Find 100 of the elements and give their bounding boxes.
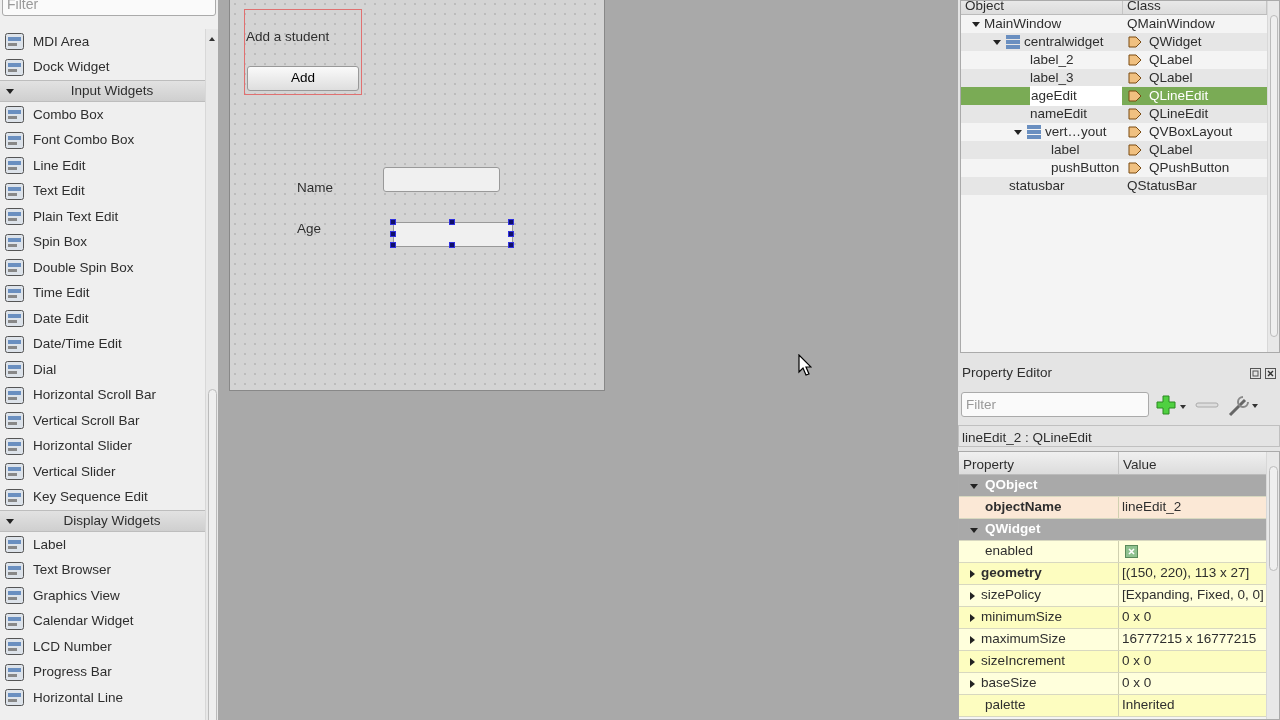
widget-item[interactable]: Calendar Widget xyxy=(33,611,134,632)
widget-item[interactable]: Font Combo Box xyxy=(33,130,135,151)
class-name: QLineEdit xyxy=(1149,86,1209,105)
property-row[interactable]: sizeIncrement 0 x 0 xyxy=(959,651,1266,673)
expand-arrow-icon xyxy=(1013,127,1023,137)
widget-item[interactable]: Dial xyxy=(33,359,57,380)
category-header[interactable]: Display Widgets xyxy=(0,510,205,532)
object-name: statusbar xyxy=(1009,176,1065,195)
scroll-bar[interactable] xyxy=(1266,452,1279,719)
form-label: Add a student xyxy=(246,28,330,46)
line-edit-field[interactable] xyxy=(393,222,513,247)
expand-arrow-icon xyxy=(967,590,977,601)
tree-row[interactable]: label QLabel xyxy=(961,141,1267,159)
property-value: Inherited xyxy=(1122,697,1175,713)
object-name: nameEdit xyxy=(1030,104,1088,123)
property-name: maximumSize xyxy=(981,630,1066,649)
widget-item[interactable]: Plain Text Edit xyxy=(33,206,119,227)
expand-arrow-icon xyxy=(967,612,977,623)
category-header[interactable]: Input Widgets xyxy=(0,80,205,102)
property-row[interactable]: enabled xyxy=(959,541,1266,563)
tree-row[interactable]: statusbar QStatusBar xyxy=(961,177,1267,195)
expand-arrow-icon xyxy=(5,516,15,526)
tree-row[interactable]: centralwidget QWidget xyxy=(961,33,1267,51)
property-row[interactable]: objectName lineEdit_2 xyxy=(959,497,1266,519)
widget-icon xyxy=(4,687,25,709)
widget-item[interactable]: Date/Time Edit xyxy=(33,334,122,355)
section-title: QWidget xyxy=(985,520,1041,539)
widget-item[interactable]: Time Edit xyxy=(33,283,90,304)
widget-item[interactable]: Horizontal Slider xyxy=(33,436,133,457)
widget-item[interactable]: Vertical Scroll Bar xyxy=(33,410,140,431)
widget-icon xyxy=(4,31,25,53)
class-name: QStatusBar xyxy=(1127,176,1197,195)
widget-item[interactable]: Key Sequence Edit xyxy=(33,487,148,508)
tree-row[interactable]: label_2 QLabel xyxy=(961,51,1267,69)
tag-icon xyxy=(1127,107,1143,121)
column-header[interactable]: Property xyxy=(959,452,1119,474)
rename-field[interactable]: ageEdit xyxy=(1030,85,1122,107)
property-row[interactable]: baseSize 0 x 0 xyxy=(959,673,1266,695)
tree-row[interactable]: pushButton QPushButton xyxy=(961,159,1267,177)
widget-item[interactable]: Dock Widget xyxy=(33,57,110,78)
expand-arrow-icon xyxy=(967,568,977,579)
tree-row[interactable]: ageEdit QLineEdit xyxy=(961,87,1267,105)
class-name: QMainWindow xyxy=(1127,14,1215,33)
resize-handle[interactable] xyxy=(449,219,455,225)
widget-icon xyxy=(4,559,25,581)
widget-item[interactable]: Horizontal Scroll Bar xyxy=(33,385,157,406)
filter-field[interactable]: Filter xyxy=(961,392,1149,417)
property-row[interactable]: palette Inherited xyxy=(959,695,1266,717)
category-title: Input Widgets xyxy=(69,81,155,100)
widget-item[interactable]: Line Edit xyxy=(33,155,86,176)
property-name: palette xyxy=(985,696,1026,715)
property-value: 0 x 0 xyxy=(1122,675,1152,691)
widget-icon xyxy=(4,231,25,253)
widget-item[interactable]: Text Browser xyxy=(33,560,112,581)
widget-item[interactable]: Progress Bar xyxy=(33,662,112,683)
widget-item[interactable]: Combo Box xyxy=(33,104,104,125)
widget-item[interactable]: Text Edit xyxy=(33,181,85,202)
property-row[interactable]: sizePolicy [Expanding, Fixed, 0, 0] xyxy=(959,585,1266,607)
widget-icon xyxy=(4,636,25,658)
widget-item[interactable]: Graphics View xyxy=(33,585,120,606)
tree-row[interactable]: label_3 QLabel xyxy=(961,69,1267,87)
tree-row[interactable]: nameEdit QLineEdit xyxy=(961,105,1267,123)
line-edit-field[interactable] xyxy=(383,167,500,192)
widget-icon xyxy=(4,435,25,457)
resize-handle[interactable] xyxy=(449,242,455,248)
checkbox[interactable] xyxy=(1125,545,1138,559)
widget-icon xyxy=(4,585,25,607)
widget-item[interactable]: Date Edit xyxy=(33,308,89,329)
column-header[interactable]: Object xyxy=(961,1,1123,14)
widget-icon xyxy=(4,486,25,508)
widget-item[interactable]: Label xyxy=(33,534,67,555)
class-name: QLineEdit xyxy=(1149,104,1209,123)
scroll-bar[interactable] xyxy=(1267,1,1279,352)
expand-arrow-icon xyxy=(5,86,15,96)
property-row[interactable]: maximumSize 16777215 x 16777215 xyxy=(959,629,1266,651)
widget-item[interactable]: Horizontal Line xyxy=(33,687,124,708)
widget-item[interactable]: MDI Area xyxy=(33,31,90,52)
property-row[interactable]: minimumSize 0 x 0 xyxy=(959,607,1266,629)
widget-item[interactable]: Vertical Slider xyxy=(33,461,116,482)
widget-item[interactable]: Spin Box xyxy=(33,232,88,253)
tree-row[interactable]: vert…yout QVBoxLayout xyxy=(961,123,1267,141)
property-row[interactable]: geometry [(150, 220), 113 x 27] xyxy=(959,563,1266,585)
property-value: 0 x 0 xyxy=(1122,609,1152,625)
class-name: QWidget xyxy=(1149,32,1202,51)
widget-item[interactable]: LCD Number xyxy=(33,636,112,657)
widget-item[interactable]: Double Spin Box xyxy=(33,257,134,278)
tag-icon xyxy=(1127,35,1143,49)
expand-arrow-icon xyxy=(967,634,977,645)
object-name: label_3 xyxy=(1030,68,1074,87)
column-header[interactable]: Value xyxy=(1119,452,1259,474)
tree-row[interactable]: MainWindow QMainWindow xyxy=(961,15,1267,33)
add-button[interactable]: Add xyxy=(247,66,359,91)
scroll-bar[interactable] xyxy=(205,29,218,720)
layout-icon xyxy=(1026,124,1042,140)
property-name: geometry xyxy=(981,564,1042,583)
widget-icon xyxy=(4,534,25,556)
widget-icon xyxy=(4,206,25,228)
property-value: [Expanding, Fixed, 0, 0] xyxy=(1122,587,1264,603)
panel-title: Property Editor xyxy=(962,363,1053,382)
property-name: objectName xyxy=(985,498,1062,517)
